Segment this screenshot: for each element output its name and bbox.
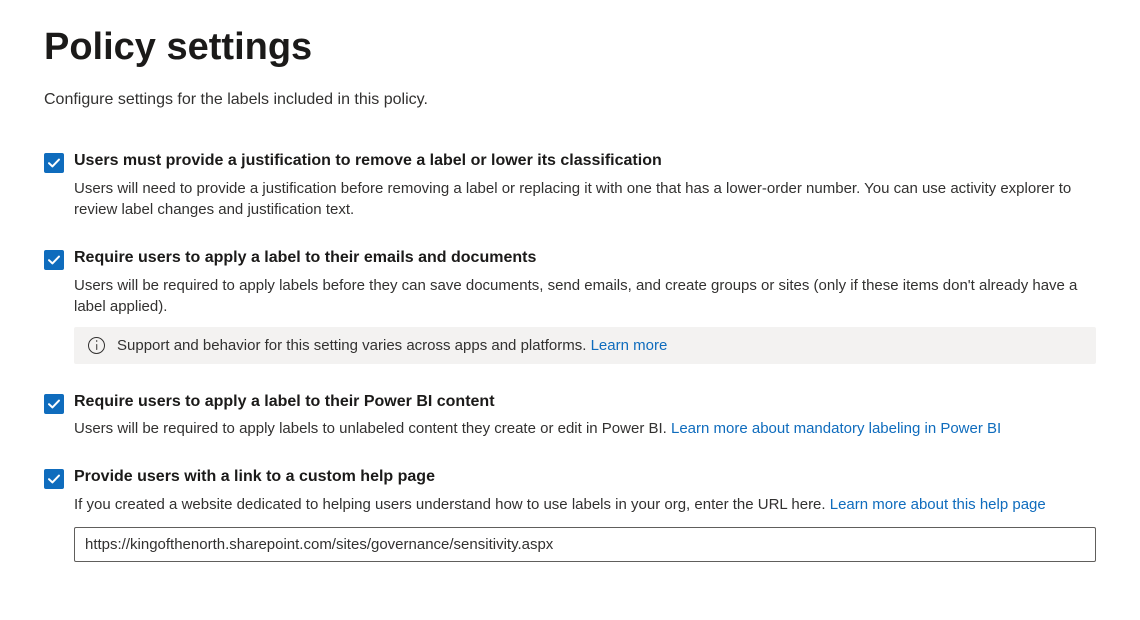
option-require-powerbi-desc-text: Users will be required to apply labels t… (74, 420, 671, 437)
check-icon (47, 253, 61, 267)
option-require-powerbi-title: Require users to apply a label to their … (74, 392, 1096, 413)
option-require-emails-docs-title: Require users to apply a label to their … (74, 248, 1096, 269)
option-custom-help-desc: If you created a website dedicated to he… (74, 494, 1096, 515)
option-require-powerbi-desc: Users will be required to apply labels t… (74, 418, 1096, 439)
option-require-powerbi: Require users to apply a label to their … (44, 392, 1096, 440)
option-custom-help-desc-text: If you created a website dedicated to he… (74, 496, 830, 513)
checkbox-require-emails-docs[interactable] (44, 250, 64, 270)
info-learn-more-link[interactable]: Learn more (591, 337, 668, 354)
option-custom-help-title: Provide users with a link to a custom he… (74, 467, 1096, 488)
option-require-emails-docs: Require users to apply a label to their … (44, 248, 1096, 364)
check-icon (47, 156, 61, 170)
option-justification-title: Users must provide a justification to re… (74, 151, 1096, 172)
info-icon (88, 337, 105, 354)
option-require-emails-docs-desc: Users will be required to apply labels b… (74, 275, 1096, 317)
checkbox-justification[interactable] (44, 153, 64, 173)
info-bar-emails-docs: Support and behavior for this setting va… (74, 327, 1096, 364)
custom-help-url-input[interactable] (74, 527, 1096, 562)
option-justification: Users must provide a justification to re… (44, 151, 1096, 220)
info-bar-text: Support and behavior for this setting va… (117, 337, 591, 354)
check-icon (47, 472, 61, 486)
checkbox-custom-help[interactable] (44, 469, 64, 489)
page-description: Configure settings for the labels includ… (44, 91, 1096, 109)
option-custom-help: Provide users with a link to a custom he… (44, 467, 1096, 562)
checkbox-require-powerbi[interactable] (44, 394, 64, 414)
option-justification-desc: Users will need to provide a justificati… (74, 178, 1096, 220)
custom-help-learn-more-link[interactable]: Learn more about this help page (830, 496, 1046, 513)
powerbi-learn-more-link[interactable]: Learn more about mandatory labeling in P… (671, 420, 1001, 437)
check-icon (47, 397, 61, 411)
page-title: Policy settings (44, 26, 1096, 69)
